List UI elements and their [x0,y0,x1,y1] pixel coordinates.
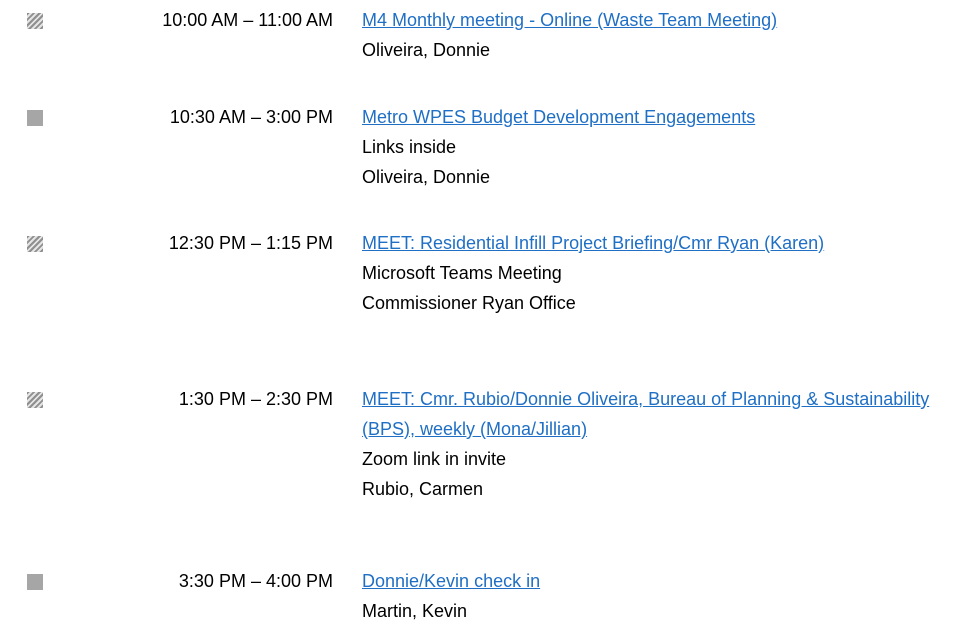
event-details: MEET: Residential Infill Project Briefin… [362,228,956,318]
event-time: 1:30 PM – 2:30 PM [178,389,333,409]
event-organizer: Oliveira, Donnie [362,167,491,187]
tentative-status-icon [27,13,43,29]
event-organizer: Commissioner Ryan Office [362,293,576,313]
event-details: Metro WPES Budget Development Engagement… [362,102,956,192]
event-organizer: Rubio, Carmen [362,479,484,499]
busy-status-icon [27,574,43,590]
event-details: Donnie/Kevin check in Martin, Kevin [362,566,956,626]
tentative-status-icon [27,392,43,408]
event-time: 10:00 AM – 11:00 AM [162,10,333,30]
event-details: M4 Monthly meeting - Online (Waste Team … [362,5,956,65]
event-details: MEET: Cmr. Rubio/Donnie Oliveira, Bureau… [362,384,956,504]
event-title-link[interactable]: Metro WPES Budget Development Engagement… [362,102,956,132]
event-location: Zoom link in invite [362,449,507,469]
busy-status-icon [27,110,43,126]
event-title-link[interactable]: Donnie/Kevin check in [362,566,956,596]
event-location: Links inside [362,137,457,157]
event-time: 3:30 PM – 4:00 PM [178,571,333,591]
event-title-link[interactable]: MEET: Residential Infill Project Briefin… [362,228,956,258]
event-title-link[interactable]: M4 Monthly meeting - Online (Waste Team … [362,5,956,35]
event-organizer: Martin, Kevin [362,601,468,621]
event-time: 12:30 PM – 1:15 PM [168,233,333,253]
event-organizer: Oliveira, Donnie [362,40,491,60]
event-time: 10:30 AM – 3:00 PM [169,107,333,127]
event-title-link[interactable]: MEET: Cmr. Rubio/Donnie Oliveira, Bureau… [362,384,956,444]
tentative-status-icon [27,236,43,252]
event-location: Microsoft Teams Meeting [362,263,562,283]
